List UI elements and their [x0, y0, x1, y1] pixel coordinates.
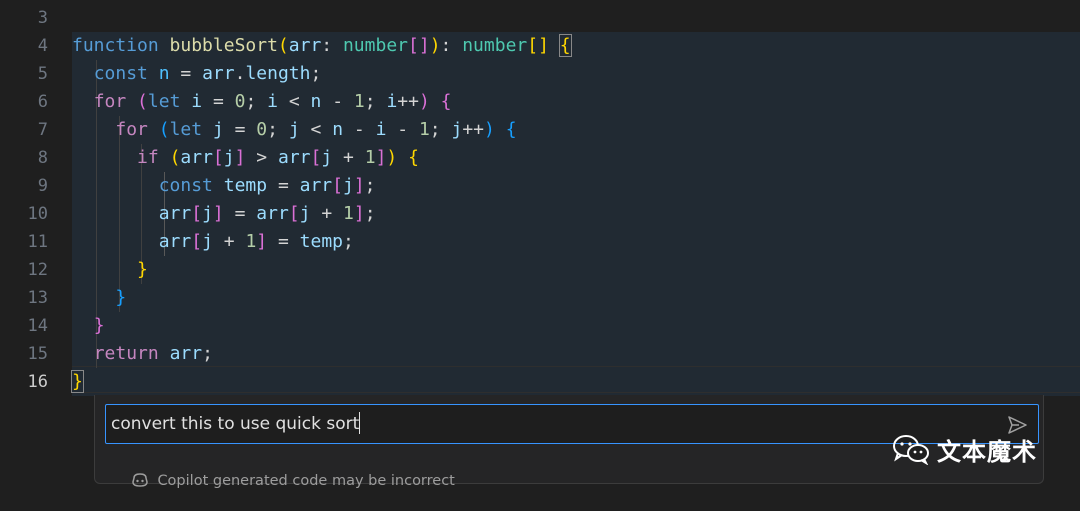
code-line: if (arr[j] > arr[j + 1]) {	[137, 147, 419, 168]
line-number: 7	[37, 120, 48, 140]
current-line-highlight	[72, 366, 1080, 393]
line-number: 10	[27, 204, 48, 224]
code-editor[interactable]: 3 4 5 6 7 8 9 10 11 12 13 14 15 16 funct…	[0, 0, 1080, 396]
line-number: 6	[37, 92, 48, 112]
code-line: const temp = arr[j];	[158, 175, 376, 196]
line-number: 13	[27, 288, 48, 308]
line-number: 9	[37, 176, 48, 196]
line-number: 15	[27, 344, 48, 364]
text-caret	[359, 412, 361, 434]
wechat-icon	[893, 435, 929, 465]
line-number: 3	[37, 8, 48, 28]
line-number: 8	[37, 148, 48, 168]
code-line: arr[j + 1] = temp;	[158, 231, 354, 252]
watermark: 文本魔术	[891, 431, 1037, 467]
code-line: for (let i = 0; i < n - 1; i++) {	[93, 91, 452, 112]
code-line: const n = arr.length;	[93, 63, 322, 84]
line-number-active: 16	[27, 372, 48, 392]
code-line: }	[93, 315, 105, 336]
chat-input-text[interactable]: convert this to use quick sort	[111, 405, 361, 443]
code-line: arr[j] = arr[j + 1];	[158, 203, 376, 224]
copilot-icon	[132, 473, 149, 487]
disclaimer: Copilot generated code may be incorrect	[113, 451, 455, 489]
watermark-text: 文本魔术	[937, 437, 1037, 466]
line-number: 12	[27, 260, 48, 280]
line-number: 5	[37, 64, 48, 84]
code-line: function bubbleSort(arr: number[]): numb…	[72, 34, 572, 57]
code-line: for (let j = 0; j < n - i - 1; j++) {	[115, 119, 517, 140]
code-line: return arr;	[93, 343, 213, 364]
code-line: }	[115, 287, 127, 308]
code-line: }	[137, 259, 148, 280]
disclaimer-text: Copilot generated code may be incorrect	[157, 473, 455, 489]
line-number: 4	[37, 36, 48, 56]
line-number: 14	[27, 316, 48, 336]
code-line: }	[71, 370, 84, 393]
line-number: 11	[27, 232, 48, 252]
